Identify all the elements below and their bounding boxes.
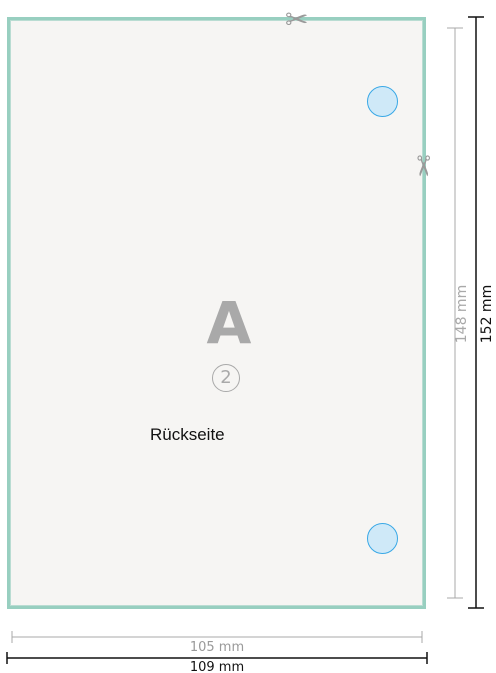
outer-height-label: 152 mm — [479, 285, 495, 343]
print-layout-diagram: A 2 Rückseite ✂ ✂ 105 mm 109 mm 148 mm 1… — [0, 0, 496, 673]
inner-height-label: 148 mm — [454, 285, 470, 343]
inner-width-label: 105 mm — [190, 640, 244, 655]
outer-width-label: 109 mm — [190, 660, 244, 673]
dimension-lines: 105 mm 109 mm 148 mm 152 mm — [6, 16, 495, 673]
